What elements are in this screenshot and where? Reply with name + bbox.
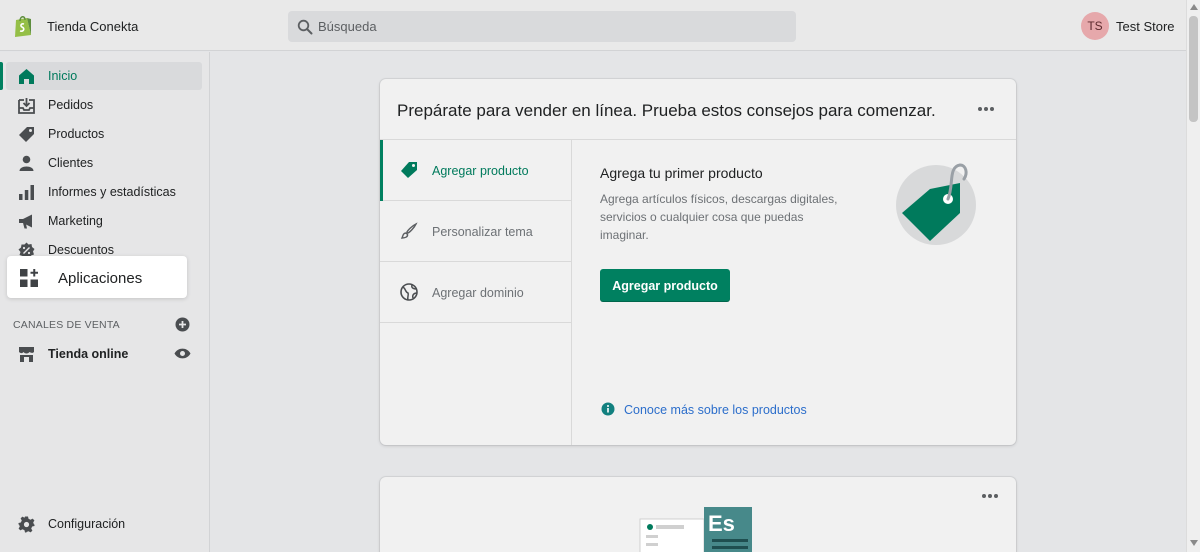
home-icon: [19, 69, 34, 84]
learn-more-text: Conoce más sobre los productos: [624, 403, 807, 417]
avatar[interactable]: TS: [1081, 12, 1109, 40]
page-scrollbar[interactable]: [1186, 0, 1200, 552]
shopify-logo-icon[interactable]: [12, 14, 34, 38]
scroll-up-arrow-icon[interactable]: [1190, 4, 1198, 10]
tab-label: Agregar dominio: [432, 286, 524, 300]
es-badge-text: Es: [708, 511, 735, 536]
sidebar-item-label: Informes y estadísticas: [48, 185, 176, 199]
more-options-icon[interactable]: [977, 106, 995, 112]
sidebar-item-clientes[interactable]: Clientes: [0, 149, 210, 177]
sidebar-item-inicio[interactable]: Inicio: [0, 62, 202, 90]
sidebar-item-configuracion[interactable]: Configuración: [0, 510, 210, 538]
tab-agregar-producto[interactable]: Agregar producto: [380, 140, 572, 201]
orders-icon: [18, 98, 35, 114]
tab-agregar-dominio[interactable]: Agregar dominio: [380, 262, 572, 323]
store-icon: [19, 347, 34, 362]
sidebar-item-marketing[interactable]: Marketing: [0, 207, 210, 235]
sidebar-item-label: Inicio: [48, 69, 78, 83]
apps-icon: [20, 269, 38, 287]
info-icon: [601, 402, 615, 416]
sidebar-item-label: Pedidos: [48, 98, 94, 112]
product-tag-illustration-icon: [896, 163, 976, 245]
secondary-card: Es: [380, 477, 1016, 552]
sidebar-item-label: Configuración: [48, 517, 126, 531]
search-bar[interactable]: Búsqueda: [288, 11, 796, 42]
tag-icon: [19, 127, 34, 142]
top-bar: Tienda Conekta Búsqueda TS Test Store: [0, 0, 1186, 51]
sidebar-item-label: Productos: [48, 127, 105, 141]
content-description: Agrega artículos físicos, descargas digi…: [600, 192, 838, 242]
sidebar-item-label: Aplicaciones: [58, 270, 143, 287]
language-illustration-icon: Es: [639, 507, 752, 552]
sidebar: Inicio Pedidos Productos Clientes Inform…: [0, 52, 210, 552]
store-name[interactable]: Tienda Conekta: [47, 19, 138, 34]
sidebar-item-aplicaciones[interactable]: Aplicaciones: [7, 256, 187, 298]
tab-label: Personalizar tema: [432, 225, 533, 239]
sidebar-item-label: Clientes: [48, 156, 94, 170]
eye-icon[interactable]: [174, 347, 191, 360]
tab-label: Agregar producto: [432, 164, 529, 178]
globe-icon: [400, 283, 418, 301]
sidebar-item-pedidos[interactable]: Pedidos: [0, 91, 210, 119]
more-options-icon[interactable]: [981, 493, 999, 499]
card-title: Prepárate para vender en línea. Prueba e…: [397, 101, 936, 120]
onboarding-card: Prepárate para vender en línea. Prueba e…: [380, 79, 1016, 445]
search-input[interactable]: Búsqueda: [318, 19, 377, 34]
search-icon: [297, 19, 313, 35]
person-icon: [19, 155, 34, 171]
brush-icon: [400, 222, 418, 239]
sidebar-item-label: Tienda online: [48, 347, 129, 361]
sales-channels-heading: CANALES DE VENTA: [13, 319, 120, 331]
sidebar-item-productos[interactable]: Productos: [0, 120, 210, 148]
add-circle-icon[interactable]: [175, 317, 190, 332]
add-product-button[interactable]: Agregar producto: [600, 269, 730, 302]
bar-chart-icon: [19, 185, 34, 200]
gear-icon: [18, 516, 35, 533]
tag-icon: [401, 162, 417, 178]
megaphone-icon: [19, 214, 32, 229]
user-name[interactable]: Test Store: [1116, 19, 1175, 34]
sidebar-item-label: Descuentos: [48, 243, 115, 257]
tab-personalizar-tema[interactable]: Personalizar tema: [380, 201, 572, 262]
tips-tab-list: Agregar producto Personalizar tema Agreg…: [380, 140, 572, 445]
content-heading: Agrega tu primer producto: [600, 165, 763, 181]
scroll-down-arrow-icon[interactable]: [1190, 540, 1198, 546]
sidebar-item-label: Marketing: [48, 214, 103, 228]
scrollbar-thumb[interactable]: [1189, 16, 1198, 122]
sidebar-item-informes[interactable]: Informes y estadísticas: [0, 178, 210, 206]
